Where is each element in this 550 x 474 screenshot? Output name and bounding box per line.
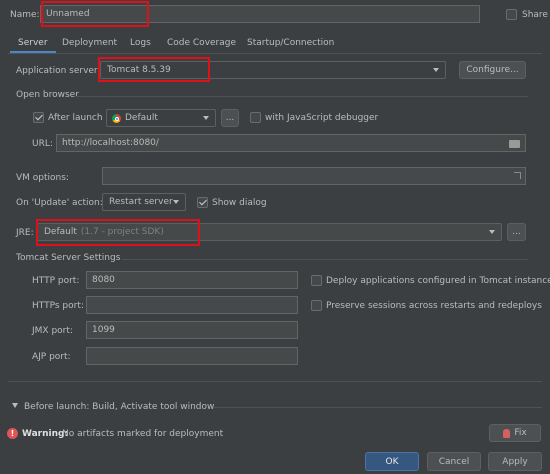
share-label: Share xyxy=(522,10,548,20)
http-port-label: HTTP port: xyxy=(32,276,80,286)
name-field[interactable]: Unnamed xyxy=(40,5,480,23)
ajp-port-label: AJP port: xyxy=(32,352,71,362)
tabs-divider xyxy=(8,53,542,54)
jre-more-button[interactable]: ... xyxy=(507,223,526,241)
ajp-port-field[interactable] xyxy=(86,347,298,365)
before-launch-divider xyxy=(214,407,542,408)
vm-options-field[interactable] xyxy=(102,167,526,185)
app-server-label: Application server: xyxy=(16,66,101,76)
name-label: Name: xyxy=(10,10,40,20)
fix-label: Fix xyxy=(514,428,527,438)
vm-options-label: VM options: xyxy=(16,173,69,183)
folder-icon xyxy=(509,140,520,148)
url-value: http://localhost:8080/ xyxy=(62,138,159,148)
http-port-field[interactable]: 8080 xyxy=(86,271,298,289)
before-launch-label[interactable]: Before launch: Build, Activate tool wind… xyxy=(24,402,214,412)
open-browser-divider xyxy=(76,96,528,97)
configure-button[interactable]: Configure... xyxy=(459,61,526,79)
open-browser-section-label: Open browser xyxy=(16,90,79,100)
update-action-combo[interactable]: Restart server xyxy=(102,193,186,211)
browser-value: Default xyxy=(125,113,158,123)
share-checkbox[interactable] xyxy=(506,9,517,20)
warning-text: No artifacts marked for deployment xyxy=(62,429,224,439)
jre-combo[interactable]: Default (1.7 - project SDK) xyxy=(37,223,502,241)
update-action-value: Restart server xyxy=(109,197,173,207)
url-label: URL: xyxy=(32,139,53,149)
update-action-label: On 'Update' action: xyxy=(16,198,103,208)
jmx-port-value: 1099 xyxy=(92,325,115,335)
chrome-icon xyxy=(112,114,121,123)
browser-combo[interactable]: Default xyxy=(106,109,216,127)
ok-button[interactable]: OK xyxy=(365,452,419,471)
preserve-sessions-checkbox[interactable] xyxy=(311,300,322,311)
js-debugger-checkbox[interactable] xyxy=(250,112,261,123)
collapse-arrow-icon[interactable] xyxy=(12,403,18,408)
error-icon: ! xyxy=(7,428,18,439)
after-launch-checkbox[interactable] xyxy=(33,112,44,123)
https-port-label: HTTPs port: xyxy=(32,301,84,311)
tab-startup-connection[interactable]: Startup/Connection xyxy=(247,38,334,48)
tomcat-divider xyxy=(122,259,528,260)
after-launch-label: After launch xyxy=(48,113,103,123)
tomcat-section-label: Tomcat Server Settings xyxy=(16,253,121,263)
panel-bottom-divider xyxy=(8,381,542,382)
tab-logs[interactable]: Logs xyxy=(130,38,151,48)
jmx-port-field[interactable]: 1099 xyxy=(86,321,298,339)
tab-server[interactable]: Server xyxy=(18,38,48,48)
chevron-down-icon xyxy=(173,200,179,204)
fix-button[interactable]: Fix xyxy=(489,424,541,442)
browser-more-button[interactable]: ... xyxy=(221,109,239,127)
jre-hint: (1.7 - project SDK) xyxy=(80,227,164,237)
jmx-port-label: JMX port: xyxy=(32,326,73,336)
deploy-apps-checkbox[interactable] xyxy=(311,275,322,286)
chevron-down-icon xyxy=(203,116,209,120)
name-value: Unnamed xyxy=(46,9,90,19)
show-dialog-label: Show dialog xyxy=(212,198,267,208)
app-server-value: Tomcat 8.5.39 xyxy=(107,65,171,75)
fix-bulb-icon xyxy=(503,428,511,438)
url-field[interactable]: http://localhost:8080/ xyxy=(56,134,526,152)
app-server-combo[interactable]: Tomcat 8.5.39 xyxy=(100,61,446,79)
tab-deployment[interactable]: Deployment xyxy=(62,38,117,48)
apply-button[interactable]: Apply xyxy=(488,452,542,471)
deploy-apps-label: Deploy applications configured in Tomcat… xyxy=(326,276,550,286)
jre-value: Default xyxy=(44,227,77,237)
http-port-value: 8080 xyxy=(92,275,115,285)
preserve-sessions-label: Preserve sessions across restarts and re… xyxy=(326,301,542,311)
chevron-down-icon xyxy=(433,68,439,72)
tab-code-coverage[interactable]: Code Coverage xyxy=(167,38,236,48)
chevron-down-icon xyxy=(489,230,495,234)
cancel-button[interactable]: Cancel xyxy=(427,452,481,471)
js-debugger-label: with JavaScript debugger xyxy=(265,113,379,123)
https-port-field[interactable] xyxy=(86,296,298,314)
expand-icon xyxy=(514,172,521,179)
show-dialog-checkbox[interactable] xyxy=(197,197,208,208)
jre-label: JRE: xyxy=(16,228,34,238)
